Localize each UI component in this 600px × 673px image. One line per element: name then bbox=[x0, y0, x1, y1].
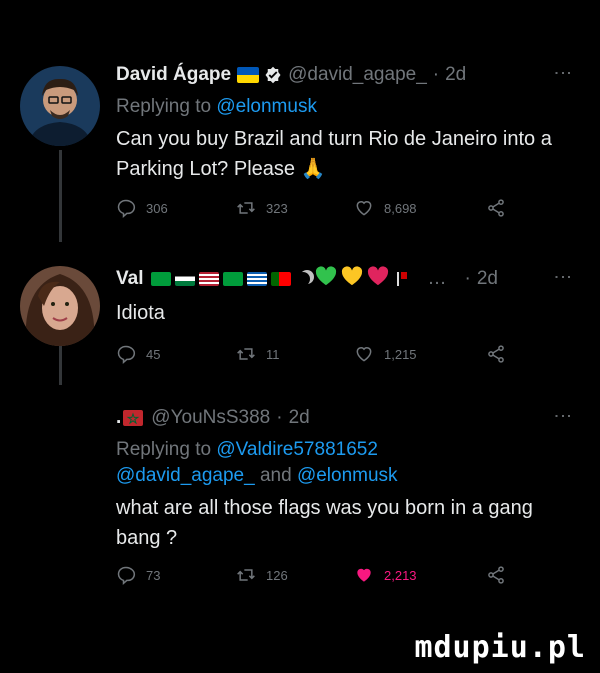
retweet-icon bbox=[237, 202, 255, 214]
thread-line bbox=[59, 345, 62, 385]
replying-to: Replying to @Valdire57881652 @david_agap… bbox=[116, 437, 580, 489]
reply-button[interactable]: 45 bbox=[116, 344, 160, 364]
mention-link[interactable]: @elonmusk bbox=[297, 465, 398, 486]
more-options-icon[interactable]: ⋮ bbox=[552, 407, 574, 424]
separator: · bbox=[464, 268, 471, 289]
tweet-actions: 306 323 8,698 bbox=[116, 198, 580, 226]
handle[interactable]: @YouNsS388 bbox=[151, 407, 270, 429]
avatar-image bbox=[20, 266, 100, 346]
like-count: 1,215 bbox=[384, 346, 417, 362]
replying-prefix: Replying to bbox=[116, 96, 217, 117]
heart-icon bbox=[356, 347, 372, 362]
flag-palestine-icon bbox=[175, 272, 196, 286]
like-button[interactable]: 1,215 bbox=[354, 344, 417, 364]
tweet-text: Can you buy Brazil and turn Rio de Janei… bbox=[116, 128, 552, 180]
display-name[interactable]: David Ágape bbox=[116, 64, 231, 86]
reply-icon bbox=[117, 566, 136, 585]
reply-icon bbox=[117, 199, 136, 218]
separator: · bbox=[432, 64, 440, 85]
tweet-header: . @YouNsS388 · 2d ⋮ bbox=[116, 405, 580, 431]
reply-count: 73 bbox=[146, 567, 161, 583]
mention-link[interactable]: @elonmusk bbox=[216, 96, 317, 117]
replying-to: Replying to @elonmusk bbox=[116, 94, 580, 120]
green-heart-icon bbox=[315, 266, 337, 292]
tweet-actions: 73 126 2,213 bbox=[116, 565, 580, 593]
flag-portugal-icon bbox=[271, 272, 292, 286]
tweet-text: what are all those flags was you born in… bbox=[116, 497, 533, 549]
retweet-count: 11 bbox=[266, 346, 280, 362]
like-count: 2,213 bbox=[384, 567, 417, 583]
separator: · bbox=[276, 407, 283, 428]
more-options-icon[interactable]: ⋮ bbox=[552, 268, 574, 285]
reply-count: 306 bbox=[146, 200, 168, 216]
flag-usa-icon bbox=[199, 272, 220, 286]
tweet-header: David Ágape @david_agape_ · 2d ⋮ bbox=[116, 62, 580, 88]
display-name[interactable]: . bbox=[116, 407, 121, 429]
like-button[interactable]: 8,698 bbox=[354, 198, 417, 218]
tweet-actions: 45 11 1,215 bbox=[116, 344, 580, 372]
like-button[interactable]: 2,213 bbox=[354, 565, 417, 585]
flag-morocco-icon bbox=[123, 410, 144, 426]
tweet-text: Idiota bbox=[116, 302, 165, 324]
retweet-button[interactable]: 323 bbox=[236, 198, 288, 218]
heart-icon bbox=[356, 201, 372, 216]
tweet-header: Val … · 2d ⋮ bbox=[116, 266, 580, 292]
flag-greece-icon bbox=[247, 272, 268, 286]
reply-icon bbox=[117, 345, 136, 364]
mention-link[interactable]: @david_agape_ bbox=[116, 465, 255, 486]
mention-link[interactable]: @Valdire57881652 bbox=[216, 439, 378, 460]
share-button[interactable] bbox=[486, 198, 506, 218]
avatar-image bbox=[20, 66, 100, 146]
retweet-button[interactable]: 11 bbox=[236, 344, 280, 364]
flag-small-icon bbox=[397, 272, 410, 286]
retweet-icon bbox=[237, 569, 255, 581]
verified-badge-icon bbox=[264, 66, 282, 84]
timestamp[interactable]: 2d bbox=[445, 64, 466, 86]
avatar[interactable] bbox=[20, 266, 100, 346]
ellipsis: … bbox=[427, 268, 447, 289]
share-icon bbox=[488, 199, 504, 217]
yellow-heart-icon bbox=[341, 266, 363, 292]
share-icon bbox=[488, 345, 504, 363]
replying-and: and bbox=[254, 465, 297, 486]
red-heart-icon bbox=[367, 266, 389, 292]
watermark: mdupiu.pl bbox=[414, 630, 586, 665]
flag-brazil-icon bbox=[151, 272, 172, 286]
handle[interactable]: @david_agape_ bbox=[288, 64, 427, 86]
reply-count: 45 bbox=[146, 346, 161, 362]
moon-icon bbox=[296, 272, 310, 286]
flag-brazil-icon bbox=[223, 272, 244, 286]
replying-prefix: Replying to bbox=[116, 439, 217, 460]
timestamp[interactable]: 2d bbox=[477, 268, 498, 290]
share-button[interactable] bbox=[486, 565, 506, 585]
reply-button[interactable]: 73 bbox=[116, 565, 160, 585]
display-name[interactable]: Val bbox=[116, 268, 143, 290]
retweet-icon bbox=[237, 348, 255, 360]
timestamp[interactable]: 2d bbox=[289, 407, 310, 429]
reply-button[interactable]: 306 bbox=[116, 198, 168, 218]
thread-line bbox=[59, 150, 62, 242]
retweet-count: 126 bbox=[266, 567, 288, 583]
more-options-icon[interactable]: ⋮ bbox=[552, 64, 574, 81]
retweet-button[interactable]: 126 bbox=[236, 565, 288, 585]
share-icon bbox=[488, 566, 504, 584]
heart-filled-icon bbox=[357, 568, 371, 582]
share-button[interactable] bbox=[486, 344, 506, 364]
retweet-count: 323 bbox=[266, 200, 288, 216]
avatar[interactable] bbox=[20, 66, 100, 146]
like-count: 8,698 bbox=[384, 200, 417, 216]
flag-ukraine-icon bbox=[237, 67, 260, 83]
